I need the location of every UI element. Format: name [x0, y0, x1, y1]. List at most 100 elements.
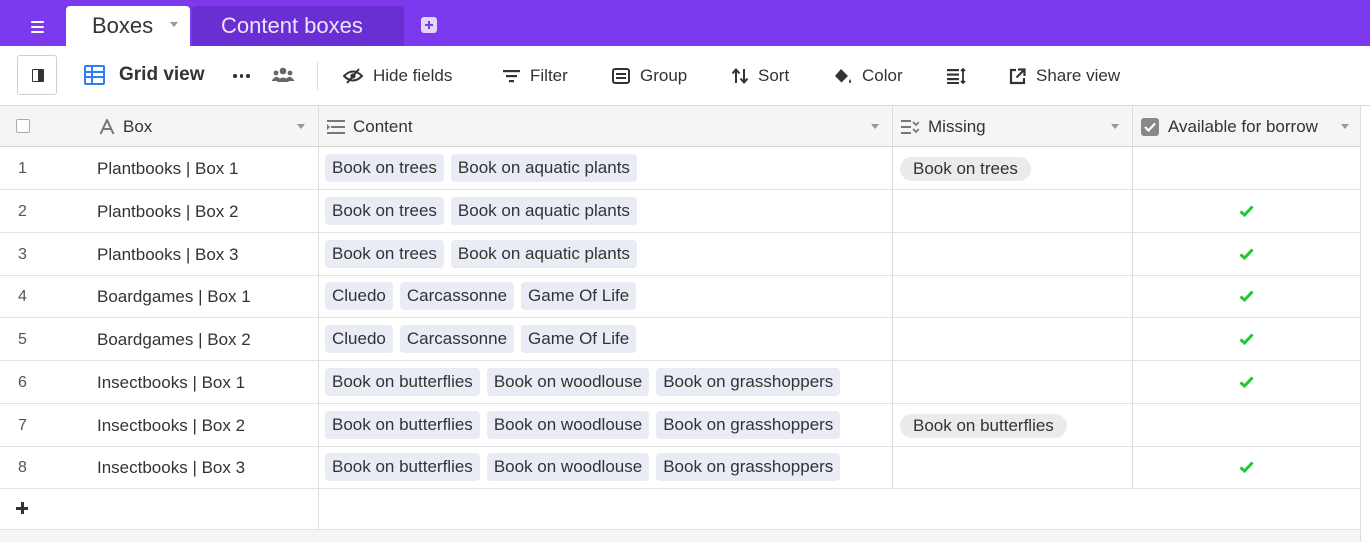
table-row[interactable]: 4 Boardgames | Box 1 Cluedo Carcassonne Game… [0, 275, 1360, 319]
collaborators-icon[interactable] [271, 66, 295, 84]
content-cell[interactable]: Book on butterflies Book on woodlouse Book… [325, 453, 841, 482]
chevron-down-icon[interactable] [297, 124, 305, 129]
linked-record-chip[interactable]: Book on butterflies [325, 453, 480, 482]
checkmark-icon[interactable] [1239, 205, 1254, 217]
content-cell[interactable]: Book on trees Book on aquatic plants [325, 196, 637, 225]
row-height-icon [947, 68, 966, 84]
filter-icon [503, 70, 520, 83]
column-label: Available for borrow [1168, 116, 1318, 136]
chevron-down-icon[interactable] [1111, 124, 1119, 129]
linked-record-chip[interactable]: Cluedo [325, 325, 393, 353]
tab-label: Content boxes [221, 13, 363, 38]
linked-record-chip[interactable]: Game Of Life [521, 282, 637, 311]
checkmark-icon[interactable] [1239, 290, 1254, 303]
color-label: Color [862, 66, 903, 85]
chevron-down-icon[interactable] [1341, 124, 1349, 129]
checkmark-icon[interactable] [1239, 333, 1254, 345]
chevron-down-icon[interactable] [170, 22, 178, 27]
sort-icon [732, 68, 748, 84]
linked-record-chip[interactable]: Book on aquatic plants [450, 239, 637, 268]
box-name-cell[interactable]: Plantbooks | Box 1 [97, 159, 238, 179]
view-toolbar: Grid view Hide fields Filter Group Sort … [0, 46, 1370, 106]
column-label: Missing [928, 116, 986, 136]
linked-record-chip[interactable]: Book on aquatic plants [450, 154, 637, 182]
linked-record-chip[interactable]: Book on woodlouse [486, 410, 650, 439]
column-header-available[interactable]: Available for borrow [1141, 106, 1370, 147]
linked-record-chip[interactable]: Book on butterflies [325, 410, 480, 439]
box-name-cell[interactable]: Plantbooks | Box 2 [97, 202, 238, 222]
paint-bucket-icon [835, 68, 851, 83]
table-row[interactable]: 2 Plantbooks | Box 2 Book on trees Book on … [0, 190, 1360, 233]
select-all-checkbox[interactable] [16, 119, 30, 133]
box-name-cell[interactable]: Boardgames | Box 2 [97, 330, 251, 350]
linked-record-chip[interactable]: Carcassonne [399, 282, 515, 311]
content-cell[interactable]: Book on butterflies Book on woodlouse Book… [325, 367, 841, 396]
box-name-cell[interactable]: Insectbooks | Box 2 [97, 416, 245, 436]
box-name-cell[interactable]: Boardgames | Box 1 [97, 287, 251, 307]
row-number: 4 [18, 288, 27, 306]
linked-record-chip[interactable]: Book on grasshoppers [656, 367, 841, 396]
column-header-missing[interactable]: Missing [901, 106, 1133, 147]
table-row[interactable]: 5 Boardgames | Box 2 Cluedo Carcassonne Game… [0, 318, 1360, 361]
linked-record-chip[interactable]: Book on grasshoppers [656, 410, 841, 439]
checkmark-icon[interactable] [1239, 461, 1254, 474]
linked-record-chip[interactable]: Game Of Life [521, 325, 637, 353]
table-row[interactable]: 6 Insectbooks | Box 1 Book on butterflies B… [0, 361, 1360, 404]
more-options-icon[interactable] [233, 74, 250, 78]
linked-record-chip[interactable]: Book on woodlouse [486, 367, 650, 396]
menu-icon[interactable] [22, 13, 56, 37]
linked-record-chip[interactable]: Book on trees [325, 154, 444, 182]
add-table-icon[interactable] [421, 17, 437, 33]
linked-record-chip[interactable]: Carcassonne [399, 325, 515, 353]
content-cell[interactable]: Book on trees Book on aquatic plants [325, 154, 637, 182]
column-label: Box [123, 116, 153, 136]
top-tab-bar: Boxes Content boxes [0, 0, 1370, 46]
content-cell[interactable]: Book on butterflies Book on woodlouse Book… [325, 410, 841, 439]
row-number: 2 [18, 202, 27, 220]
missing-tag[interactable]: Book on trees [900, 157, 1031, 181]
add-record-icon[interactable] [16, 502, 29, 515]
checkmark-icon[interactable] [1239, 376, 1254, 388]
checkmark-icon[interactable] [1239, 247, 1254, 260]
group-icon [612, 68, 630, 84]
add-record-row[interactable] [0, 489, 1360, 530]
table-row[interactable]: 7 Insectbooks | Box 2 Book on butterflies B… [0, 404, 1360, 447]
content-cell[interactable]: Cluedo Carcassonne Game Of Life [325, 325, 637, 353]
hide-fields-button[interactable]: Hide fields [343, 64, 452, 88]
group-button[interactable]: Group [612, 64, 687, 88]
row-height-button[interactable] [947, 64, 966, 88]
linked-record-chip[interactable]: Book on trees [325, 196, 444, 225]
table-row[interactable]: 3 Plantbooks | Box 3 Book on trees Book on … [0, 233, 1360, 276]
linked-record-chip[interactable]: Book on butterflies [325, 367, 480, 396]
linked-record-chip[interactable]: Book on woodlouse [486, 453, 650, 482]
color-button[interactable]: Color [834, 64, 903, 88]
box-name-cell[interactable]: Insectbooks | Box 1 [97, 373, 245, 393]
tab-boxes[interactable]: Boxes [66, 6, 190, 46]
linked-record-chip[interactable]: Book on grasshoppers [656, 453, 841, 482]
row-number: 6 [18, 373, 27, 391]
checkbox-field-icon [1141, 117, 1159, 136]
linked-record-chip[interactable]: Cluedo [325, 282, 393, 311]
box-name-cell[interactable]: Insectbooks | Box 3 [97, 458, 245, 478]
column-header-box[interactable]: Box [99, 106, 319, 147]
grid-view-icon [84, 65, 105, 85]
share-view-button[interactable]: Share view [1009, 64, 1120, 88]
filter-button[interactable]: Filter [503, 64, 568, 88]
column-header-content[interactable]: Content [327, 106, 892, 147]
missing-tag[interactable]: Book on butterflies [900, 413, 1067, 438]
table-row[interactable]: 1 Plantbooks | Box 1 Book on trees Book on … [0, 147, 1360, 190]
sort-button[interactable]: Sort [732, 64, 789, 88]
chevron-down-icon[interactable] [871, 124, 879, 129]
content-cell[interactable]: Cluedo Carcassonne Game Of Life [325, 282, 637, 311]
table-row[interactable]: 8 Insectbooks | Box 3 Book on butterflies B… [0, 446, 1360, 490]
tab-content-boxes[interactable]: Content boxes [192, 6, 404, 46]
linked-record-chip[interactable]: Book on aquatic plants [450, 196, 637, 225]
tab-label: Boxes [92, 13, 154, 38]
hide-fields-icon [343, 68, 363, 84]
view-name[interactable]: Grid view [119, 64, 205, 86]
sidebar-toggle-button[interactable] [17, 55, 57, 95]
box-name-cell[interactable]: Plantbooks | Box 3 [97, 245, 238, 265]
content-cell[interactable]: Book on trees Book on aquatic plants [325, 239, 637, 268]
share-icon [1009, 67, 1026, 84]
linked-record-chip[interactable]: Book on trees [325, 239, 444, 268]
